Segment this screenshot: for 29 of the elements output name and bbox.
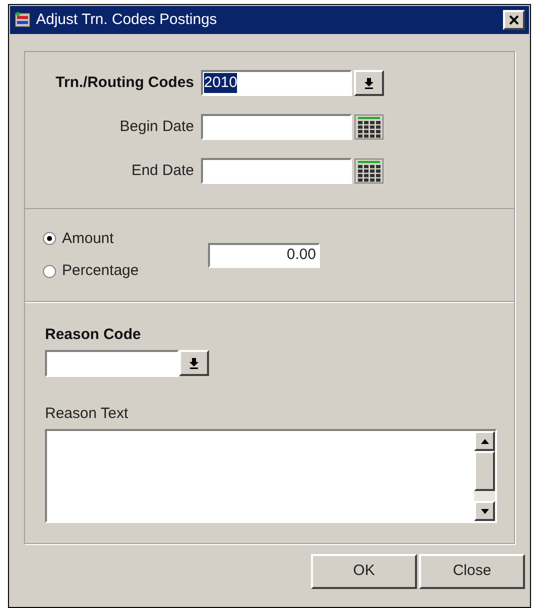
scroll-down-icon[interactable] xyxy=(480,508,488,514)
scroll-up-icon[interactable] xyxy=(480,438,488,444)
field-label: End Date xyxy=(130,160,195,181)
reason-text-area[interactable] xyxy=(45,429,497,523)
field-label: Begin Date xyxy=(118,116,195,137)
field-value: 2010 xyxy=(204,73,238,93)
dialog-button[interactable]: OK xyxy=(311,554,417,589)
code-field[interactable]: 2010 xyxy=(201,70,352,96)
close-button[interactable] xyxy=(503,10,525,30)
section-label: Reason Text xyxy=(45,404,130,424)
date-field[interactable] xyxy=(201,114,352,140)
scrollbar[interactable] xyxy=(474,431,495,521)
dialog-button[interactable]: Close xyxy=(419,554,525,589)
down-arrow-icon xyxy=(189,356,199,368)
reason-code-field[interactable] xyxy=(45,350,179,376)
calendar-icon[interactable] xyxy=(354,114,384,140)
window-title: Adjust Trn. Codes Postings xyxy=(36,10,218,30)
down-arrow-icon xyxy=(364,77,374,89)
close-icon xyxy=(509,15,519,25)
radio-option[interactable]: Percentage xyxy=(43,260,208,282)
dropdown-button[interactable] xyxy=(179,350,209,376)
dropdown-button[interactable] xyxy=(354,70,384,96)
app-icon xyxy=(14,11,32,29)
section-label: Reason Code xyxy=(45,325,142,345)
calendar-icon[interactable] xyxy=(354,158,384,184)
field-label: Trn./Routing Codes xyxy=(54,72,195,93)
radio-option[interactable]: Amount xyxy=(43,228,208,250)
amount-field[interactable]: 0.00 xyxy=(208,242,320,268)
date-field[interactable] xyxy=(201,158,352,184)
